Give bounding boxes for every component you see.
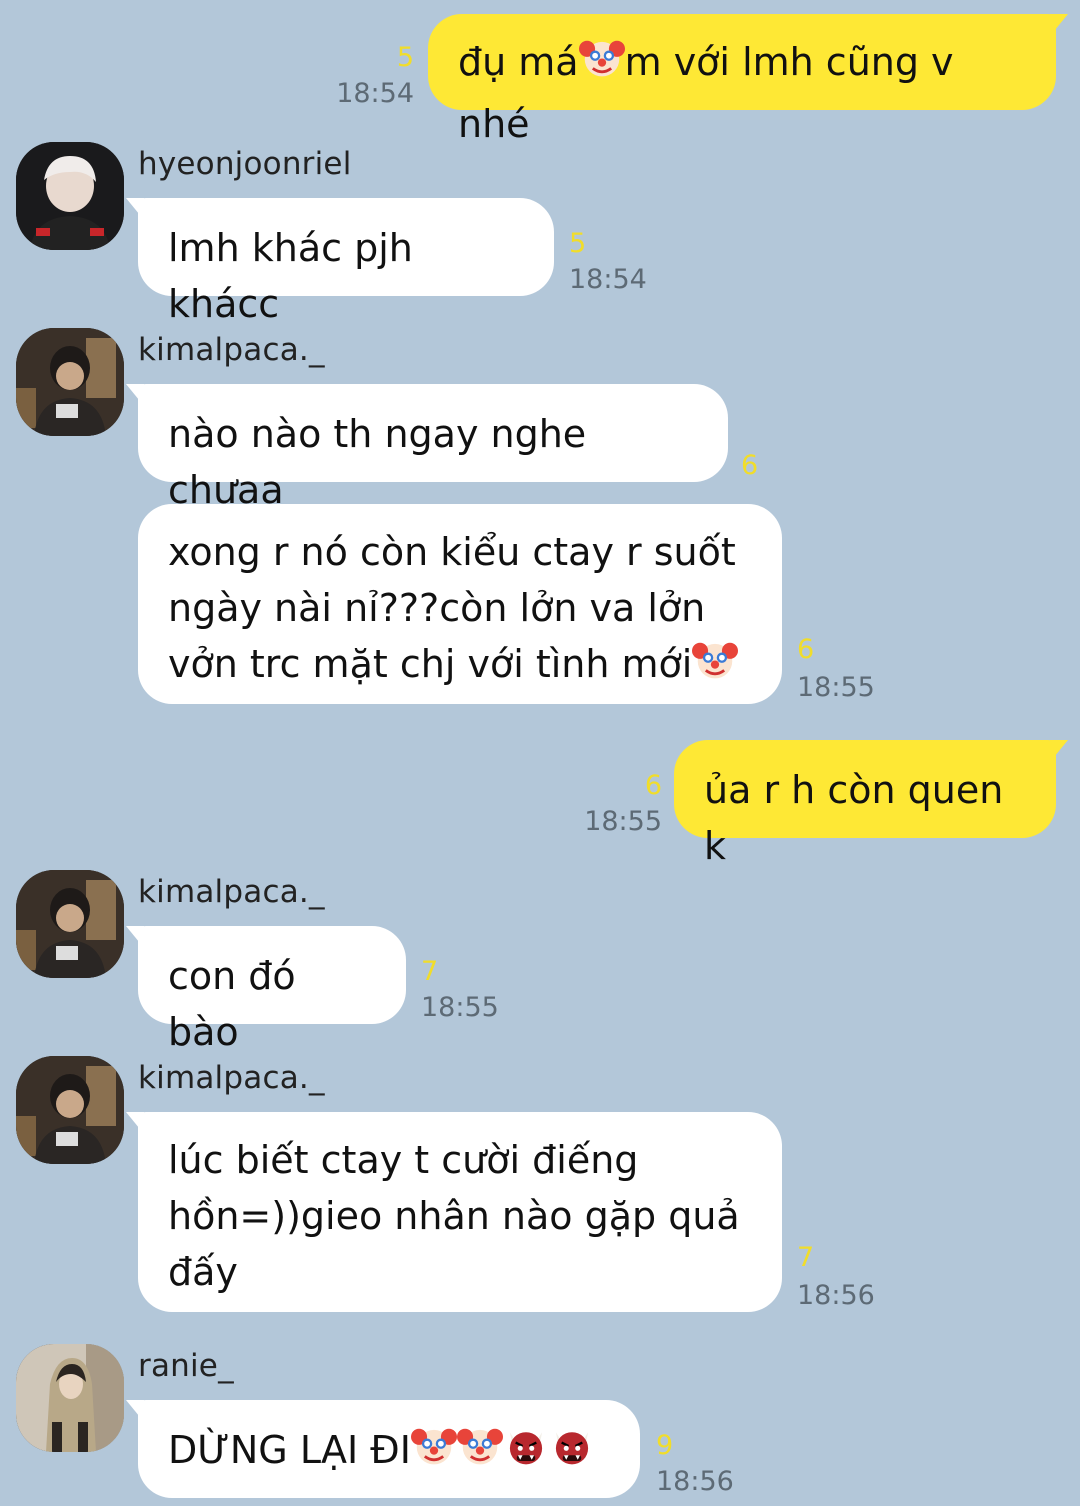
message-time: 18:56 (797, 1280, 875, 1311)
message-bubble[interactable]: con đó bào (126, 926, 406, 1054)
avatar[interactable] (16, 870, 124, 978)
message-line: ngày nài nỉ???còn lởn va lởn (168, 586, 706, 630)
ogre-face-icon (503, 1423, 549, 1484)
ogre-face-icon (549, 1423, 595, 1484)
clown-face-icon (692, 637, 739, 698)
message-text: lmh khác pjh khácc (168, 226, 413, 326)
message-time: 18:55 (584, 806, 662, 837)
message-text: ủa r h còn quen k (704, 768, 1004, 868)
sender-name: ranie_ (138, 1348, 234, 1384)
clown-face-icon (410, 1423, 457, 1484)
message-text: con đó bào (168, 954, 296, 1054)
unread-count: 5 (396, 42, 414, 73)
clown-face-icon (456, 1423, 503, 1484)
unread-count: 6 (741, 450, 759, 481)
message-line: hồn=))gieo nhân nào gặp quả (168, 1194, 740, 1238)
my-message-bubble[interactable]: đụ má m với lmh cũng v nhé (428, 14, 1068, 146)
message-bubble[interactable]: DỪNG LẠI ĐI (126, 1400, 640, 1498)
avatar[interactable] (16, 142, 124, 250)
message-text: đụ má (458, 40, 579, 84)
sender-name: kimalpaca._ (138, 332, 325, 368)
message-time: 18:56 (656, 1466, 734, 1497)
my-message-bubble[interactable]: ủa r h còn quen k (674, 740, 1068, 868)
message-bubble[interactable]: lmh khác pjh khácc (126, 198, 554, 326)
unread-count: 6 (644, 770, 662, 801)
message-line: xong r nó còn kiểu ctay r suốt (168, 530, 736, 574)
message-time: 18:54 (569, 264, 647, 295)
message-bubble[interactable]: xong r nó còn kiểu ctay r suốt ngày nài … (138, 504, 782, 704)
message-time: 18:55 (421, 992, 499, 1023)
message-line: lúc biết ctay t cười điếng (168, 1138, 639, 1182)
message-text: nào nào th ngay nghe chưaa (168, 412, 587, 512)
message-text: DỪNG LẠI ĐI (168, 1428, 411, 1472)
sender-name: hyeonjoonriel (138, 146, 352, 182)
sender-name: kimalpaca._ (138, 874, 325, 910)
unread-count: 9 (656, 1430, 674, 1461)
unread-count: 7 (797, 1242, 815, 1273)
unread-count: 7 (421, 956, 439, 987)
message-time: 18:55 (797, 672, 875, 703)
unread-count: 5 (569, 228, 587, 259)
sender-name: kimalpaca._ (138, 1060, 325, 1096)
avatar[interactable] (16, 1344, 124, 1452)
message-line: vởn trc mặt chj với tình mới (168, 642, 693, 686)
clown-face-icon (578, 35, 625, 96)
unread-count: 6 (797, 634, 815, 665)
avatar[interactable] (16, 1056, 124, 1164)
message-time: 18:54 (336, 78, 414, 109)
message-bubble[interactable]: nào nào th ngay nghe chưaa (126, 384, 728, 512)
message-line: đấy (168, 1250, 238, 1294)
avatar[interactable] (16, 328, 124, 436)
message-bubble[interactable]: lúc biết ctay t cười điếng hồn=))gieo nh… (126, 1112, 782, 1312)
